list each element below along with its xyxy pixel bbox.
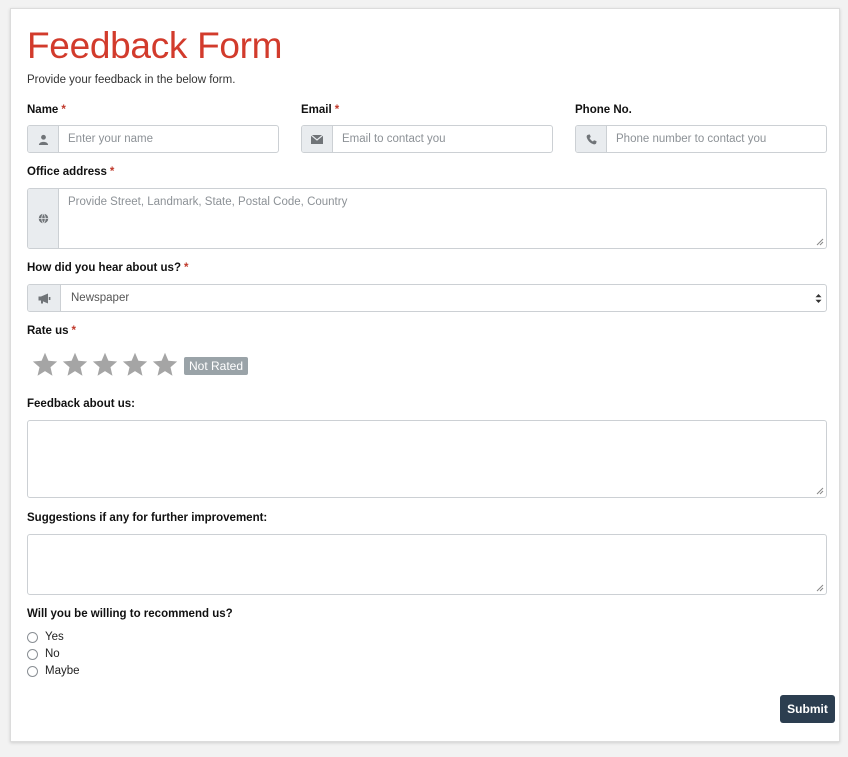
radio-button[interactable]: [27, 648, 38, 660]
radio-label: Maybe: [45, 665, 80, 677]
radio-label: Yes: [45, 631, 64, 643]
resize-grip-icon[interactable]: [816, 238, 824, 246]
phone-input[interactable]: [607, 126, 826, 152]
page-title: Feedback Form: [27, 25, 283, 66]
feedback-textarea-wrap: [27, 420, 827, 498]
page-subtitle: Provide your feedback in the below form.: [27, 74, 236, 86]
email-input-group: [301, 125, 553, 153]
suggestions-textarea-wrap: [27, 534, 827, 595]
rating-label: Rate us *: [27, 325, 76, 337]
source-selected-value: Newspaper: [71, 292, 130, 304]
source-label-text: How did you hear about us?: [27, 262, 181, 274]
address-input-group: [27, 188, 827, 249]
suggestions-label: Suggestions if any for further improveme…: [27, 512, 268, 524]
name-label: Name *: [27, 104, 66, 116]
required-mark: *: [334, 104, 340, 116]
radio-option-yes[interactable]: Yes: [27, 631, 64, 643]
rating-status-badge: Not Rated: [184, 357, 249, 375]
required-mark: *: [61, 104, 66, 116]
globe-icon: [28, 189, 59, 248]
user-icon: [28, 126, 59, 152]
name-input[interactable]: [59, 126, 278, 152]
name-input-group: [27, 125, 279, 153]
address-label-text: Office address: [27, 166, 107, 178]
select-caret-icon: [810, 285, 826, 311]
feedback-textarea[interactable]: [28, 421, 826, 497]
required-mark: *: [109, 166, 115, 178]
phone-input-group: [575, 125, 827, 153]
email-label-text: Email: [301, 104, 332, 116]
recommend-label: Will you be willing to recommend us?: [27, 608, 233, 620]
submit-button[interactable]: Submit: [780, 695, 835, 723]
source-select[interactable]: Newspaper: [27, 284, 827, 312]
star-icon[interactable]: [31, 351, 59, 379]
radio-label: No: [45, 648, 60, 660]
feedback-label: Feedback about us:: [27, 398, 135, 410]
bullhorn-icon: [28, 285, 61, 311]
star-icon[interactable]: [91, 351, 119, 379]
resize-grip-icon[interactable]: [816, 487, 824, 495]
name-label-text: Name: [27, 104, 59, 116]
email-input[interactable]: [333, 126, 552, 152]
phone-icon: [576, 126, 607, 152]
radio-option-no[interactable]: No: [27, 648, 60, 660]
required-mark: *: [71, 325, 77, 337]
source-label: How did you hear about us? *: [27, 262, 188, 274]
star-icon[interactable]: [61, 351, 89, 379]
rating-label-text: Rate us: [27, 325, 69, 337]
star-icon[interactable]: [121, 351, 149, 379]
address-label: Office address *: [27, 166, 114, 178]
resize-grip-icon[interactable]: [816, 584, 824, 592]
radio-button[interactable]: [27, 631, 38, 643]
envelope-icon: [302, 126, 333, 152]
address-textarea[interactable]: [59, 189, 826, 248]
feedback-card: Feedback Form Provide your feedback in t…: [10, 8, 840, 742]
email-label: Email *: [301, 104, 339, 116]
radio-button[interactable]: [27, 665, 38, 677]
phone-label: Phone No.: [575, 104, 632, 116]
radio-option-maybe[interactable]: Maybe: [27, 665, 80, 677]
suggestions-textarea[interactable]: [28, 535, 826, 594]
phone-label-text: Phone No.: [575, 104, 632, 116]
required-mark: *: [183, 262, 189, 274]
star-icon[interactable]: [151, 351, 179, 379]
